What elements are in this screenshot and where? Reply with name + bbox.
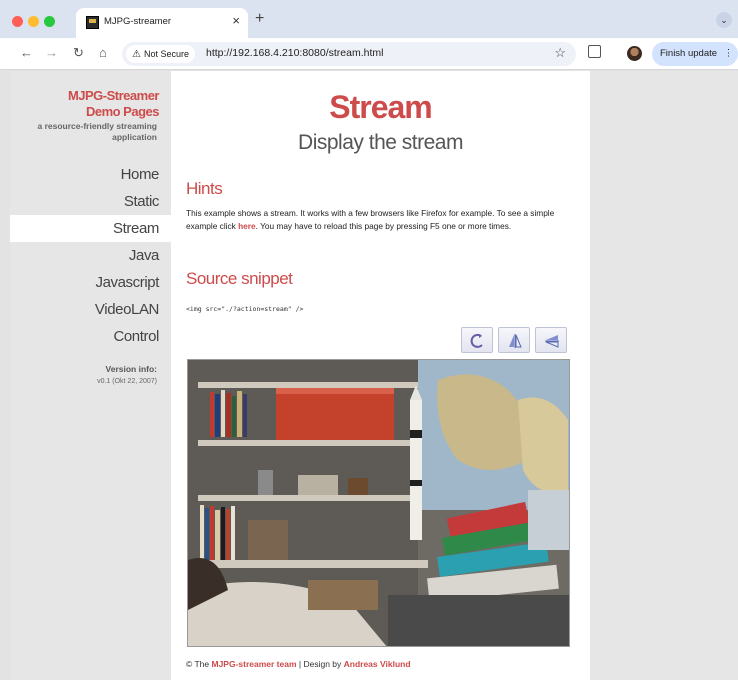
- footer-prefix: © The: [186, 659, 212, 669]
- maximize-window-button[interactable]: [44, 16, 55, 27]
- mirror-button[interactable]: [535, 327, 567, 353]
- page-viewport: MJPG-Streamer Demo Pages a resource-frie…: [10, 71, 738, 680]
- sidebar-item-javascript[interactable]: Javascript: [10, 269, 171, 296]
- sidebar-menu: Home Static Stream Java Javascript Video…: [10, 161, 171, 350]
- here-link[interactable]: here: [238, 221, 256, 231]
- rotate-icon: [470, 333, 483, 348]
- bookmark-star-icon[interactable]: ☆: [554, 45, 566, 61]
- profile-avatar[interactable]: [627, 46, 642, 61]
- footer-separator: | Design by: [296, 659, 344, 669]
- browser-toolbar: ← → ↻ ⌂ ⚠ Not Secure http://192.168.4.210…: [0, 38, 738, 70]
- stream-image: [187, 359, 570, 647]
- designer-link[interactable]: Andreas Viklund: [344, 659, 411, 669]
- hints-text-after: . You may have to reload this page by pr…: [255, 220, 512, 231]
- more-menu-icon[interactable]: ⋮: [724, 48, 734, 59]
- sidebar-item-control[interactable]: Control: [10, 323, 171, 350]
- tab-strip: MJPG-streamer × + ⌄: [0, 0, 738, 38]
- security-label: Not Secure: [143, 49, 189, 59]
- warning-icon: ⚠: [132, 49, 141, 60]
- brand-line-1: MJPG-Streamer: [67, 88, 160, 103]
- source-snippet: <img src="./?action=stream" />: [186, 305, 304, 313]
- home-icon[interactable]: ⌂: [99, 45, 107, 61]
- mirror-icon: [545, 335, 559, 348]
- version-label: Version info:: [105, 364, 157, 374]
- page-subtitle: Display the stream: [298, 131, 463, 154]
- minimize-window-button[interactable]: [28, 16, 39, 27]
- right-margin: [590, 71, 738, 680]
- hints-paragraph: This example shows a stream. It works wi…: [186, 207, 581, 232]
- reload-icon[interactable]: ↻: [73, 45, 84, 61]
- sidebar-item-stream[interactable]: Stream: [10, 215, 171, 242]
- address-bar[interactable]: ⚠ Not Secure http://192.168.4.210:8080/st…: [122, 42, 576, 66]
- favicon-icon: [86, 16, 99, 29]
- new-tab-button[interactable]: +: [255, 10, 264, 28]
- footer: © The MJPG-streamer team | Design by And…: [186, 659, 411, 669]
- hints-heading: Hints: [186, 179, 223, 198]
- page-title: Stream: [329, 89, 433, 125]
- sidebar: MJPG-Streamer Demo Pages a resource-frie…: [10, 71, 171, 680]
- site-brand: MJPG-Streamer Demo Pages: [67, 88, 160, 120]
- tab-close-icon[interactable]: ×: [232, 14, 240, 28]
- forward-icon[interactable]: →: [45, 45, 58, 61]
- flip-icon: [509, 334, 522, 348]
- finish-update-label: Finish update: [660, 48, 718, 59]
- version-value: v0.1 (Okt 22, 2007): [97, 378, 157, 385]
- tab-mjpg-streamer[interactable]: MJPG-streamer ×: [76, 8, 248, 38]
- team-link[interactable]: MJPG-streamer team: [211, 659, 296, 669]
- url-text[interactable]: http://192.168.4.210:8080/stream.html: [206, 47, 383, 59]
- brand-line-2: Demo Pages: [85, 104, 160, 119]
- brand-subtitle: a resource-friendly streaming applicatio…: [37, 121, 157, 142]
- tab-search-icon[interactable]: ⌄: [716, 12, 732, 28]
- sidebar-item-videolan[interactable]: VideoLAN: [10, 296, 171, 323]
- close-window-button[interactable]: [12, 16, 23, 27]
- back-icon[interactable]: ←: [20, 45, 33, 61]
- sidebar-item-home[interactable]: Home: [10, 161, 171, 188]
- main-content: Stream Display the stream Hints This exa…: [171, 71, 590, 680]
- extensions-icon[interactable]: [588, 45, 601, 58]
- tab-title: MJPG-streamer: [104, 16, 172, 27]
- sidebar-item-static[interactable]: Static: [10, 188, 171, 215]
- rotate-button[interactable]: [461, 327, 493, 353]
- security-chip[interactable]: ⚠ Not Secure: [126, 45, 195, 63]
- finish-update-button[interactable]: Finish update ⋮: [652, 42, 738, 66]
- sidebar-item-java[interactable]: Java: [10, 242, 171, 269]
- flip-button[interactable]: [498, 327, 530, 353]
- browser-window: MJPG-streamer × + ⌄ ← → ↻ ⌂ ⚠ Not Secure …: [0, 0, 738, 680]
- snippet-heading: Source snippet: [186, 269, 293, 288]
